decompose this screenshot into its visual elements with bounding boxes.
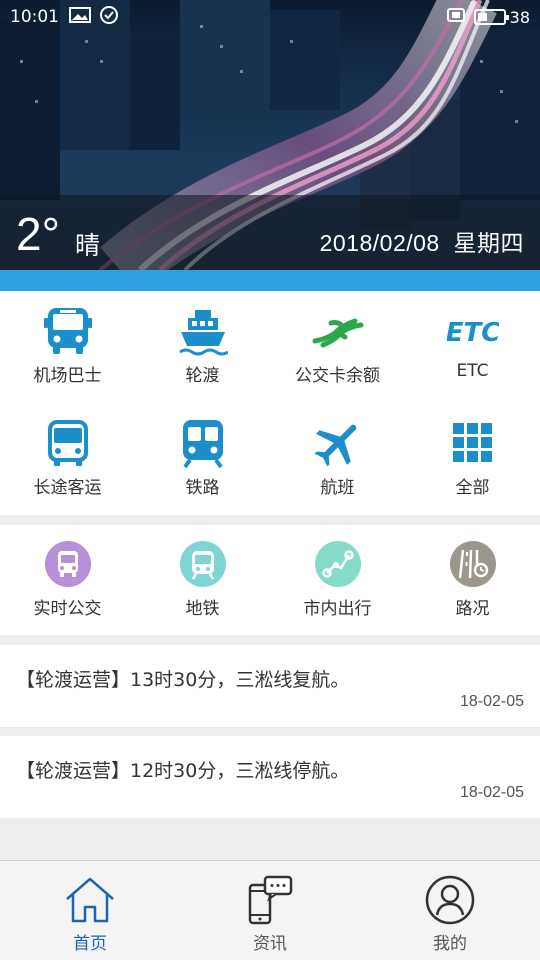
image-notification-icon [69,6,91,28]
service-grid: 机场巴士 轮渡 公交卡余额 ETC ETC 长途客运 铁路 航班 全部 [0,291,540,515]
quick-grid: 实时公交 地铁 市内出行 路况 [0,525,540,635]
status-time: 10:01 [10,7,59,27]
service-label: 公交卡余额 [295,366,380,386]
route-icon [270,536,405,592]
service-label: 机场巴士 [33,366,102,386]
news-title: 【轮渡运营】12时30分，三淞线停航。 [16,760,350,782]
train-icon [135,415,270,471]
service-label: 全部 [455,478,490,498]
tab-label: 资讯 [253,934,287,954]
tab-news[interactable]: 资讯 [180,861,360,960]
tab-profile[interactable]: 我的 [360,861,540,960]
news-date: 18-02-05 [459,784,524,801]
tab-label: 首页 [73,934,107,954]
home-icon [0,875,180,925]
news-title: 【轮渡运营】13时30分，三淞线复航。 [16,669,350,691]
quick-label: 地铁 [185,599,220,619]
service-etc[interactable]: ETC ETC [405,303,540,381]
news-item[interactable]: 【轮渡运营】12时30分，三淞线停航。 18-02-05 [0,736,540,818]
service-label: 长途客运 [33,478,102,498]
service-label: 铁路 [185,478,220,498]
service-label: ETC [456,361,489,381]
bottom-tab-bar: 首页 资讯 我的 [0,860,540,960]
quick-metro[interactable]: 地铁 [135,536,270,619]
battery-level: 38 [509,7,530,27]
service-ferry[interactable]: 轮渡 [135,303,270,386]
airport-bus-icon [0,303,135,359]
service-long-distance[interactable]: 长途客运 [0,415,135,498]
card-balance-icon [270,303,405,359]
service-airport-bus[interactable]: 机场巴士 [0,303,135,386]
quick-label: 路况 [455,599,490,619]
airplane-icon [270,415,405,471]
quick-city-travel[interactable]: 市内出行 [270,536,405,619]
service-all[interactable]: 全部 [405,415,540,498]
quick-road-condition[interactable]: 路况 [405,536,540,619]
service-railway[interactable]: 铁路 [135,415,270,498]
weather-date: 2018/02/08 星期四 [319,230,524,256]
check-circle-icon [99,5,119,30]
battery-icon [473,9,509,25]
road-condition-icon [405,536,540,592]
quick-label: 实时公交 [33,599,102,619]
sim-card-icon [446,7,466,28]
weather-temperature: 2° [16,208,60,260]
quick-realtime-bus[interactable]: 实时公交 [0,536,135,619]
tab-home[interactable]: 首页 [0,861,180,960]
service-label: 轮渡 [185,366,220,386]
news-item[interactable]: 【轮渡运营】13时30分，三淞线复航。 18-02-05 [0,645,540,727]
news-phone-icon [180,875,360,927]
ferry-icon [135,303,270,359]
service-label: 航班 [320,478,355,498]
service-card-balance[interactable]: 公交卡余额 [270,303,405,386]
tab-label: 我的 [433,934,467,954]
hero-banner: 10:01 38 2° 晴 2018/02/08 星期四 [0,0,540,270]
long-distance-bus-icon [0,415,135,471]
etc-icon: ETC [405,303,540,359]
status-bar: 10:01 38 [0,0,540,34]
metro-icon [135,536,270,592]
grid-all-icon [405,415,540,471]
svg-text:ETC: ETC [447,318,499,348]
service-flight[interactable]: 航班 [270,415,405,498]
profile-icon [360,875,540,925]
quick-label: 市内出行 [303,599,372,619]
accent-bar [0,270,540,291]
news-date: 18-02-05 [459,693,524,710]
realtime-bus-icon [0,536,135,592]
weather-condition: 晴 [75,231,101,260]
